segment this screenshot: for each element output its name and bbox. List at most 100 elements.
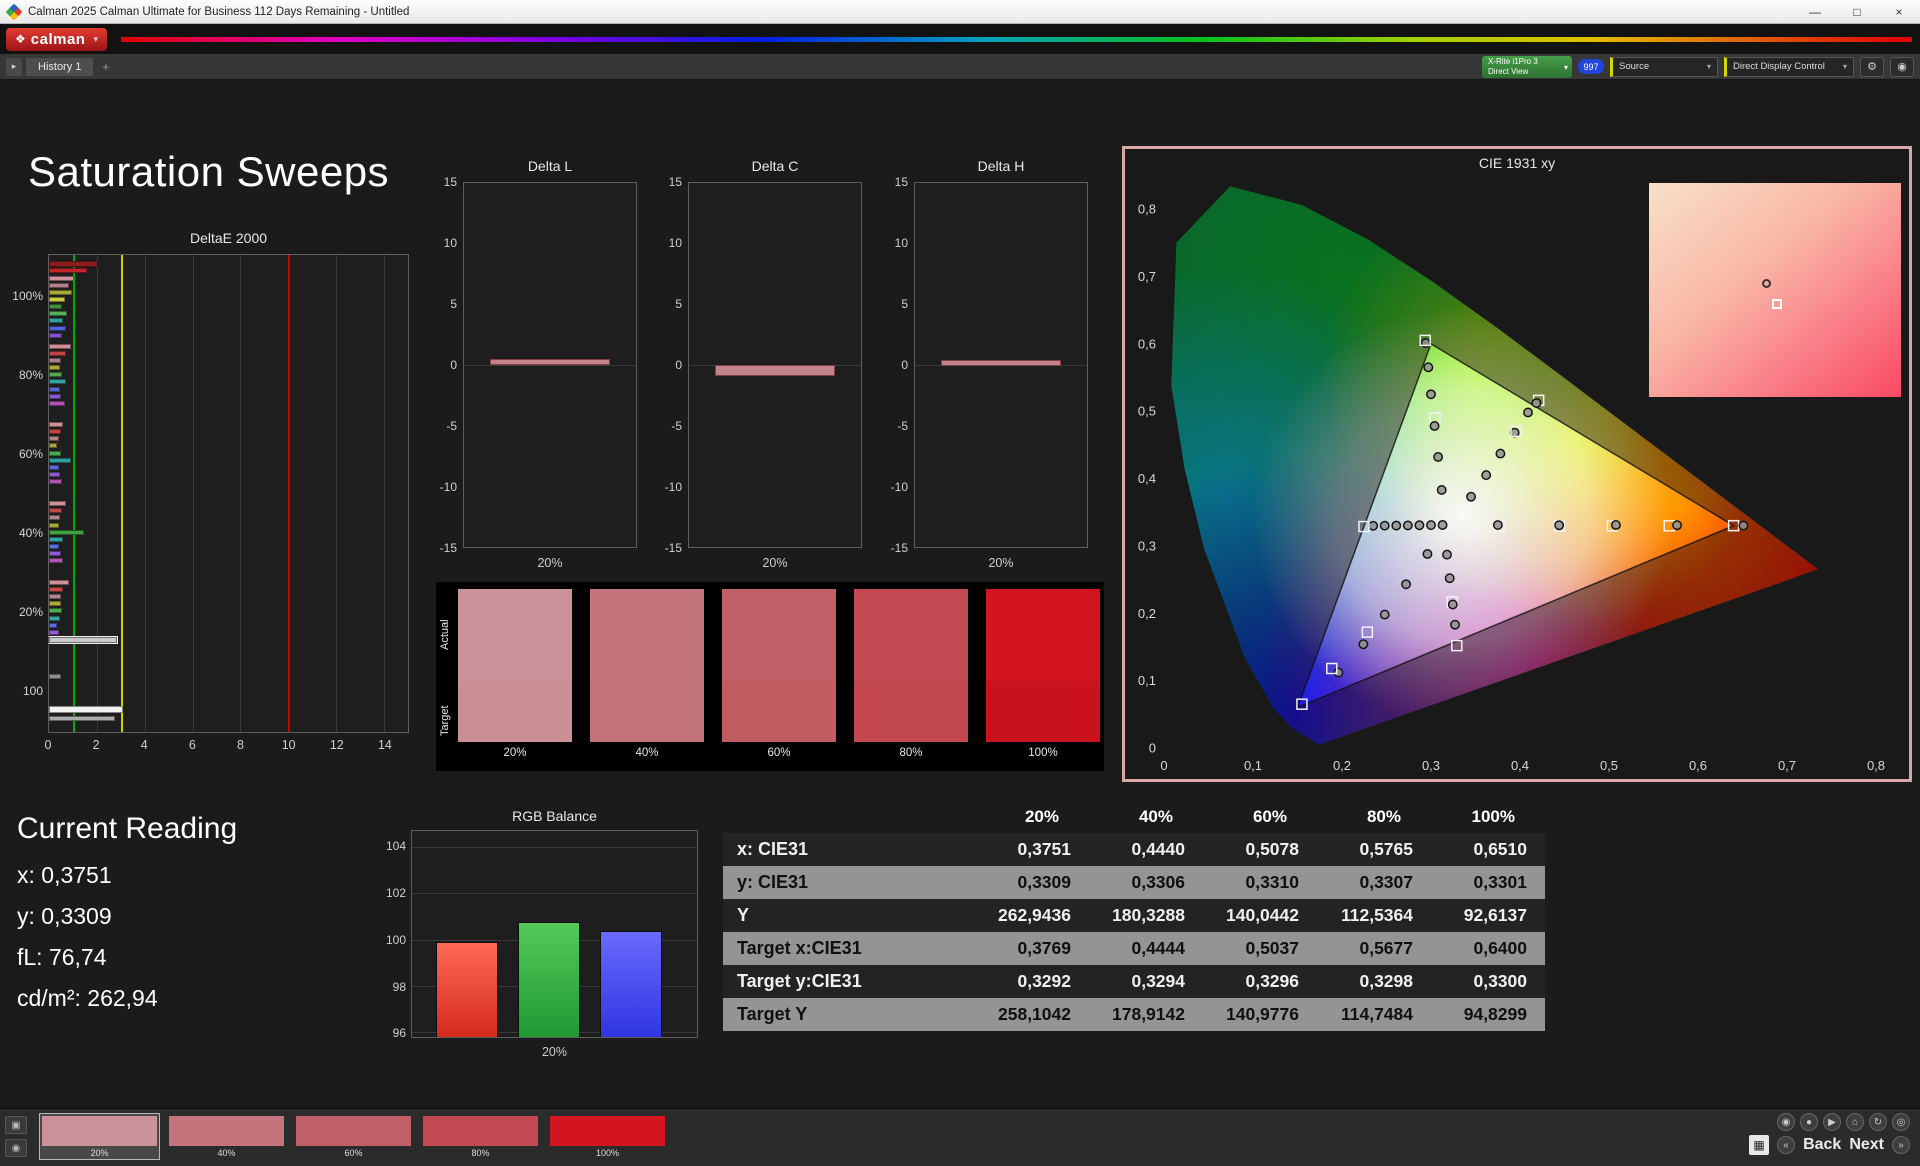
current-reading-title: Current Reading: [17, 812, 238, 845]
pattern-window-button[interactable]: ▦: [1749, 1135, 1770, 1155]
collapse-panel-button[interactable]: ▸: [6, 57, 22, 76]
pattern-swatch-60[interactable]: 60%: [294, 1114, 413, 1159]
svg-text:0: 0: [1149, 741, 1156, 756]
chart-title: RGB Balance: [512, 808, 597, 824]
chart-plot: [914, 182, 1088, 548]
table-row: x: CIE31 0,3751 0,4440 0,5078 0,5765 0,6510: [723, 833, 1545, 866]
minimize-button[interactable]: —: [1794, 0, 1836, 23]
chart-title: Delta H: [977, 158, 1025, 174]
display-control-dropdown[interactable]: Direct Display Control ▾: [1724, 56, 1854, 77]
meter-count-badge[interactable]: 997: [1578, 59, 1604, 74]
toolbar-right-controls: X-Rite i1Pro 3 Direct View ▾ 997 Source …: [1482, 55, 1914, 78]
svg-text:0,1: 0,1: [1244, 758, 1262, 773]
source-dropdown-label: Source: [1619, 61, 1650, 72]
table-row: Target y:CIE31 0,3292 0,3294 0,3296 0,3298 0,…: [723, 965, 1545, 998]
y-axis-ticks: 15 10 5 0 -5 -10 -15: [439, 175, 457, 555]
reading-cdm2: cd/m²: 262,94: [17, 985, 158, 1011]
chart-plot: [463, 182, 637, 548]
green-bar: [518, 922, 580, 1037]
settings-gear-icon[interactable]: ⚙: [1860, 56, 1884, 77]
navigation-buttons: ▦ « Back Next »: [1749, 1135, 1910, 1155]
svg-text:0,3: 0,3: [1422, 758, 1440, 773]
inset-target-point: [1772, 298, 1783, 309]
x-axis-label: 20%: [762, 556, 788, 570]
reading-x: x: 0,3751: [17, 862, 112, 888]
pattern-swatch-40[interactable]: 40%: [167, 1114, 286, 1159]
delta-l-chart: Delta L 15 10 5 0 -5 -10 -15 20%: [437, 158, 639, 583]
window-controls: — □ ×: [1794, 0, 1920, 23]
tab-history-1[interactable]: History 1: [26, 57, 94, 76]
rewind-icon[interactable]: «: [1777, 1136, 1796, 1154]
svg-text:0,2: 0,2: [1333, 758, 1351, 773]
power-icon[interactable]: ◉: [1890, 56, 1914, 77]
add-tab-button[interactable]: +: [98, 60, 113, 74]
pattern-swatch-100[interactable]: 100%: [548, 1114, 667, 1159]
maximize-button[interactable]: □: [1836, 0, 1878, 23]
deltae-2000-chart: DeltaE 2000 100% 80% 60% 40% 20% 100 0 2 4 6 8 10 1…: [12, 230, 421, 778]
cie-title: CIE 1931 xy: [1478, 155, 1556, 171]
saturation-swatch: 80%: [854, 589, 968, 759]
data-table: 20% 40% 60% 80% 100% x: CIE31 0,3751 0,4440 0,50…: [723, 800, 1545, 1031]
logo-caret-icon: ▾: [93, 33, 98, 44]
calman-menu-button[interactable]: ❖ calman ▾: [6, 27, 107, 51]
saturation-swatch: 100%: [986, 589, 1100, 759]
close-button[interactable]: ×: [1878, 0, 1920, 23]
power-button[interactable]: ◎: [1892, 1113, 1910, 1131]
svg-text:0,8: 0,8: [1138, 202, 1156, 217]
saturation-swatch: 60%: [722, 589, 836, 759]
svg-text:0,4: 0,4: [1138, 471, 1156, 486]
app-icon: [5, 3, 23, 20]
chevron-down-icon: ▾: [1563, 62, 1568, 72]
saturation-swatch: 40%: [590, 589, 704, 759]
x-axis-label: 20%: [988, 556, 1014, 570]
svg-text:0,5: 0,5: [1600, 758, 1618, 773]
svg-text:0,6: 0,6: [1138, 336, 1156, 351]
logo-bar: ❖ calman ▾: [0, 24, 1920, 54]
camera-button[interactable]: ◉: [1777, 1113, 1795, 1131]
chart-plot: [688, 182, 862, 548]
play-button[interactable]: ▶: [1823, 1113, 1841, 1131]
record-button[interactable]: ●: [1800, 1113, 1818, 1131]
blue-bar: [600, 930, 662, 1037]
chart-title: Delta C: [751, 158, 799, 174]
transport-buttons: ◉ ● ▶ ⌂ ↻ ◎: [1777, 1113, 1910, 1131]
camera-small-button[interactable]: ◉: [5, 1139, 27, 1157]
target-label: Target: [439, 705, 451, 736]
chart-title: Delta L: [527, 158, 573, 174]
page-title: Saturation Sweeps: [28, 148, 390, 195]
cie-inset-pattern: [1649, 183, 1901, 397]
rainbow-strip: [121, 36, 1912, 42]
pattern-swatch-80[interactable]: 80%: [421, 1114, 540, 1159]
x-axis-label: 20%: [537, 556, 563, 570]
pattern-swatch-20[interactable]: 20%: [39, 1113, 160, 1160]
cie-1931-panel: CIE 1931 xy 0 0,1 0,2 0,3 0,4 0,5 0,6 0,…: [1122, 146, 1912, 782]
svg-text:0,3: 0,3: [1138, 538, 1156, 553]
reading-fl: fL: 76,74: [17, 944, 107, 970]
meter-button[interactable]: X-Rite i1Pro 3 Direct View ▾: [1482, 55, 1572, 78]
svg-text:0: 0: [1160, 758, 1167, 773]
meter-name: X-Rite i1Pro 3: [1488, 56, 1538, 66]
window-titlebar: Calman 2025 Calman Ultimate for Business…: [0, 0, 1920, 24]
y-axis-ticks: 15 10 5 0 -5 -10 -15: [890, 175, 908, 555]
svg-text:0,7: 0,7: [1778, 758, 1796, 773]
fast-forward-icon[interactable]: »: [1892, 1136, 1910, 1154]
svg-text:0,6: 0,6: [1689, 758, 1707, 773]
back-button[interactable]: Back: [1803, 1136, 1841, 1154]
y-axis-ticks: 104 102 100 98 96: [385, 839, 406, 1041]
calman-logo-text: calman: [30, 30, 86, 48]
deltae-row-labels: 100% 80% 60% 40% 20% 100: [12, 288, 43, 699]
swatch-strip-items: 20% 40% 60% 80% 100%: [458, 589, 1100, 759]
refresh-button[interactable]: ↻: [1869, 1113, 1887, 1131]
table-header-row: 20% 40% 60% 80% 100%: [1024, 806, 1515, 826]
next-button[interactable]: Next: [1849, 1136, 1884, 1154]
home-button[interactable]: ⌂: [1846, 1113, 1864, 1131]
source-dropdown[interactable]: Source ▾: [1610, 56, 1718, 77]
svg-text:0,2: 0,2: [1138, 606, 1156, 621]
reading-y: y: 0,3309: [17, 903, 112, 929]
screen-button[interactable]: ▣: [5, 1116, 27, 1134]
red-bar: [436, 942, 498, 1037]
svg-text:0,8: 0,8: [1867, 758, 1885, 773]
rgb-balance-chart: RGB Balance 104 102 100 98 96 20%: [385, 800, 707, 1068]
delta-h-chart: Delta H 15 10 5 0 -5 -10 -15 20%: [888, 158, 1090, 583]
bottom-right-controls: ◉ ● ▶ ⌂ ↻ ◎ ▦ « Back Next »: [1749, 1113, 1910, 1155]
